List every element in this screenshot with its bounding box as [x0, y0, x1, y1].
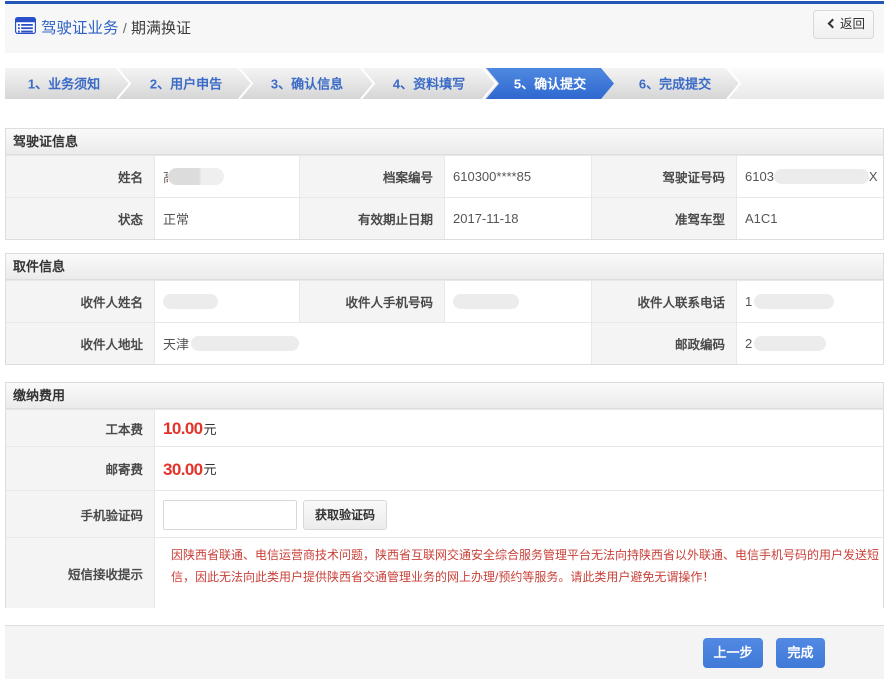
- svg-text:1、业务须知: 1、业务须知: [28, 77, 100, 92]
- svg-text:5、确认提交: 5、确认提交: [514, 77, 586, 92]
- svg-text:3、确认信息: 3、确认信息: [271, 77, 343, 92]
- svg-text:4、资料填写: 4、资料填写: [393, 77, 465, 92]
- svg-text:2、用户申告: 2、用户申告: [150, 77, 222, 92]
- svg-text:6、完成提交: 6、完成提交: [639, 77, 711, 92]
